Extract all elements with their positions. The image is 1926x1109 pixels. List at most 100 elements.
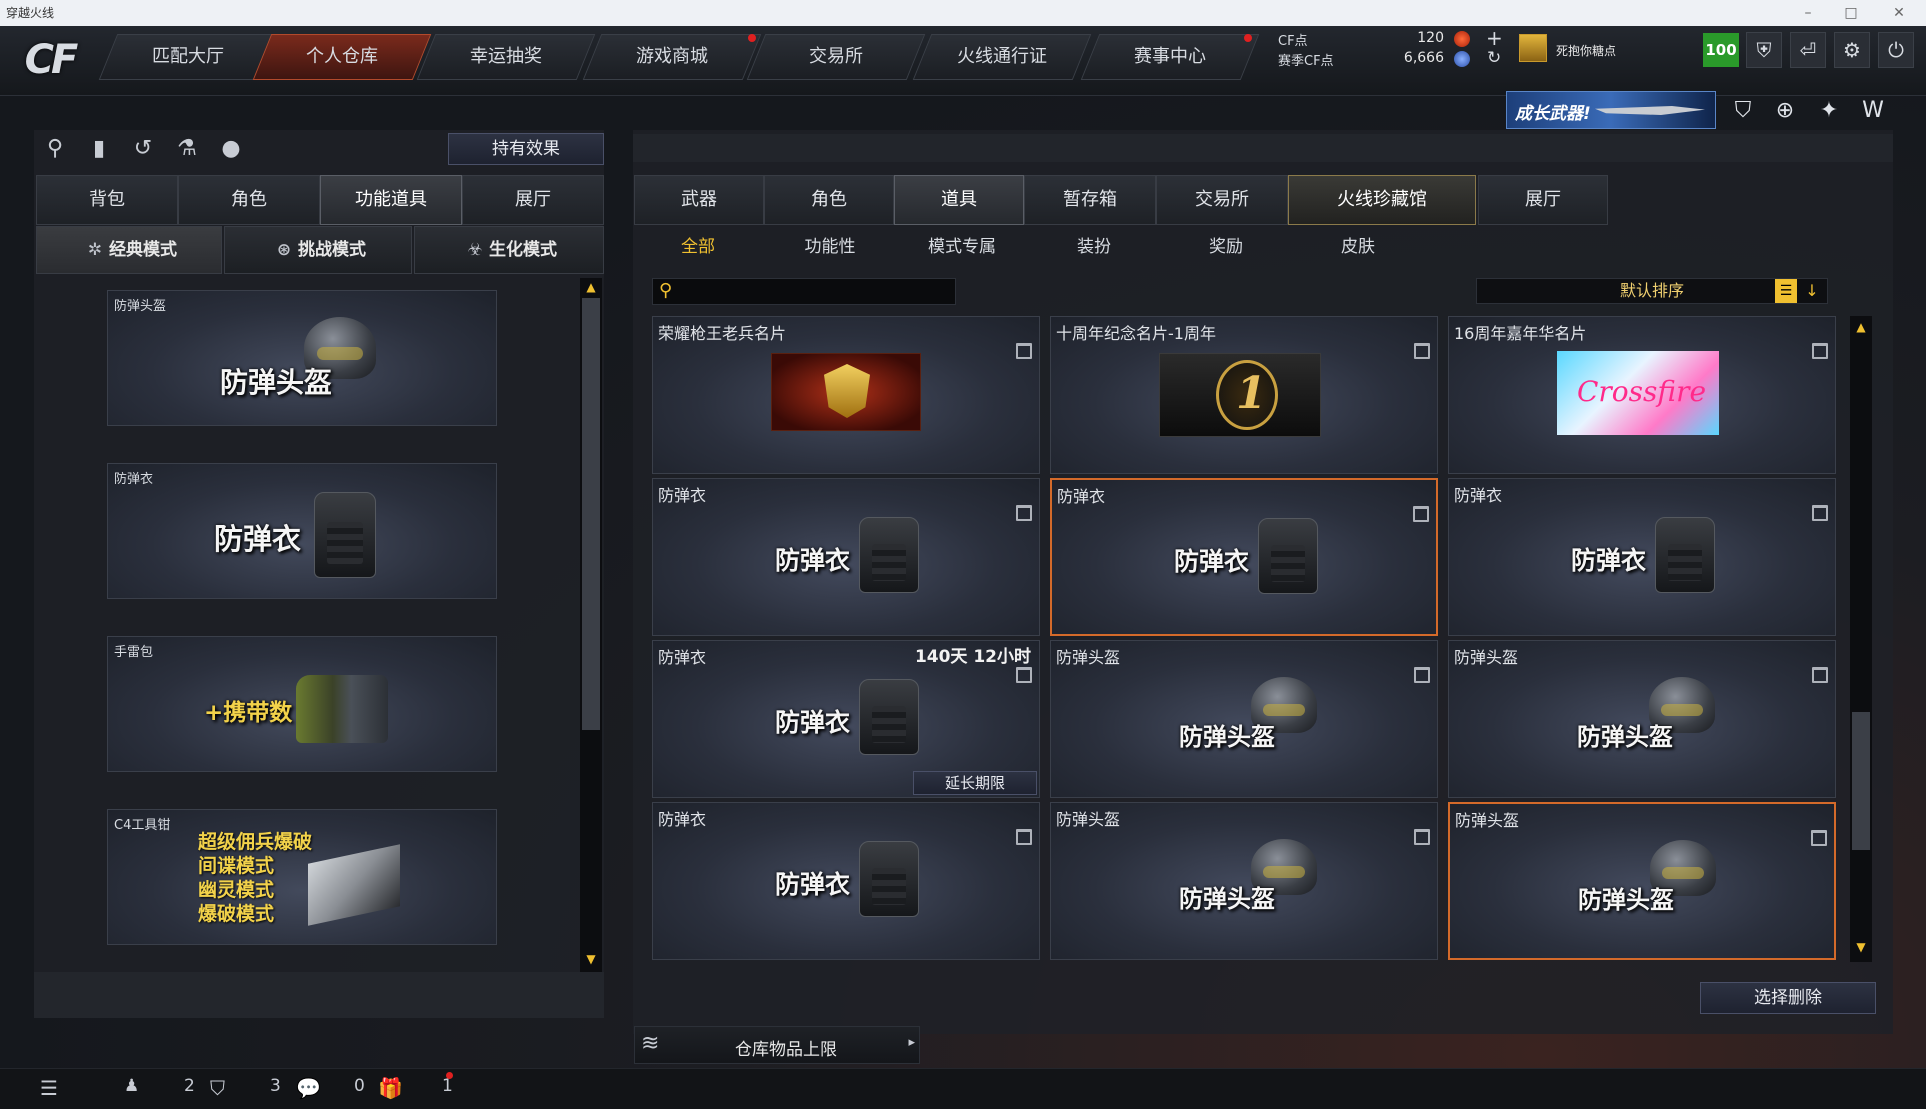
level-badge[interactable]: 100	[1703, 33, 1739, 67]
left-item-card[interactable]: 防弹头盔 防弹头盔	[107, 290, 497, 426]
tab-backpack[interactable]: 背包	[36, 175, 178, 225]
trash-icon[interactable]	[1812, 343, 1828, 359]
add-cf-icon[interactable]: +	[1486, 26, 1503, 50]
tab-characters[interactable]: 角色	[764, 175, 894, 225]
tab-items[interactable]: 道具	[894, 175, 1024, 225]
nav-tab-lobby[interactable]: 匹配大厅	[98, 34, 278, 80]
sort-direction-icon[interactable]: ↓	[1801, 279, 1823, 303]
item-card[interactable]: 十周年纪念名片-1周年 1	[1050, 316, 1438, 474]
storage-limit-bar[interactable]: ≋ 仓库物品上限 ▸	[634, 1026, 920, 1064]
shop-notification-dot	[748, 34, 756, 42]
scroll-up-icon[interactable]: ▲	[1851, 320, 1871, 334]
refresh-icon[interactable]: ↻	[1487, 48, 1501, 68]
chat-icon[interactable]: 💬	[296, 1076, 321, 1100]
right-scroll-thumb[interactable]	[1852, 712, 1870, 850]
close-icon[interactable]: ✕	[1882, 0, 1916, 26]
flask-icon[interactable]: ⚗	[170, 132, 204, 166]
item-card[interactable]: 防弹头盔 防弹头盔	[1050, 802, 1438, 960]
shield-badge-icon	[824, 364, 870, 418]
grenade-icon[interactable]: ●	[214, 132, 248, 166]
mode-classic[interactable]: ✲ 经典模式	[36, 226, 222, 274]
maximize-icon[interactable]: □	[1834, 0, 1868, 26]
gift-icon[interactable]: 🎁	[378, 1076, 403, 1100]
tab-role[interactable]: 角色	[178, 175, 320, 225]
item-card[interactable]: 16周年嘉年华名片 Crossfire	[1448, 316, 1836, 474]
subtab-all[interactable]: 全部	[632, 232, 764, 262]
trash-icon[interactable]	[1016, 829, 1032, 845]
v-shield-icon[interactable]: ⛉	[1726, 94, 1760, 128]
extend-duration-button[interactable]: 延长期限	[913, 771, 1037, 795]
trash-icon[interactable]	[1414, 829, 1430, 845]
item-card-selected[interactable]: 防弹头盔 防弹头盔	[1448, 802, 1836, 960]
item-card[interactable]: 防弹衣 防弹衣	[1448, 478, 1836, 636]
friends-icon[interactable]: ♟	[124, 1076, 139, 1096]
tab-weapons[interactable]: 武器	[634, 175, 764, 225]
wing-icon[interactable]: ✦	[1812, 94, 1846, 128]
nav-tab-lottery[interactable]: 幸运抽奖	[416, 34, 596, 80]
mode-challenge[interactable]: ⊛ 挑战模式	[224, 226, 412, 274]
trash-icon[interactable]	[1812, 505, 1828, 521]
left-scroll-thumb[interactable]	[582, 298, 600, 730]
item-card[interactable]: 防弹头盔 防弹头盔	[1448, 640, 1836, 798]
power-icon[interactable]: ⏻	[1878, 32, 1914, 68]
menu-icon[interactable]: ☰	[40, 1076, 58, 1100]
list-view-icon[interactable]: ☰	[1775, 279, 1797, 303]
trash-icon[interactable]	[1016, 505, 1032, 521]
trash-icon[interactable]	[1016, 667, 1032, 683]
nav-tab-warehouse[interactable]: 个人仓库	[252, 34, 432, 80]
mode-biochem[interactable]: ☣ 生化模式	[414, 226, 604, 274]
item-card[interactable]: 防弹衣 防弹衣	[652, 478, 1040, 636]
effects-button[interactable]: 持有效果	[448, 133, 604, 165]
target-icon[interactable]: ⊕	[1768, 94, 1802, 128]
scroll-down-icon[interactable]: ▼	[581, 952, 601, 966]
minimize-icon[interactable]: –	[1791, 0, 1825, 26]
left-item-card[interactable]: 防弹衣 防弹衣	[107, 463, 497, 599]
clan-shield-icon[interactable]: ⛉	[210, 1076, 225, 1100]
nav-tab-shop[interactable]: 游戏商城	[582, 34, 762, 80]
biohazard-icon: ☣	[467, 240, 483, 260]
scroll-up-icon[interactable]: ▲	[581, 280, 601, 294]
right-scrollbar[interactable]	[1850, 316, 1872, 962]
select-delete-button[interactable]: 选择删除	[1700, 982, 1876, 1014]
item-card-selected[interactable]: 防弹衣 防弹衣	[1050, 478, 1438, 636]
shield-icon[interactable]: ⛨	[1746, 32, 1782, 68]
scroll-down-icon[interactable]: ▼	[1851, 940, 1871, 954]
nav-tab-battlepass[interactable]: 火线通行证	[912, 34, 1092, 80]
tab-function-items[interactable]: 功能道具	[320, 175, 462, 225]
challenge-mode-icon: ⊛	[276, 240, 292, 260]
search-input[interactable]	[685, 281, 949, 301]
gear-icon[interactable]: ⚙	[1834, 32, 1870, 68]
item-card[interactable]: 防弹头盔 防弹头盔	[1050, 640, 1438, 798]
tab-storage-box[interactable]: 暂存箱	[1024, 175, 1156, 225]
sort-dropdown[interactable]: 默认排序 ☰ ↓	[1476, 278, 1828, 304]
tab-exchange[interactable]: 交易所	[1156, 175, 1288, 225]
off-toggle-icon[interactable]: ⚲	[38, 132, 72, 166]
left-item-card[interactable]: C4工具钳 超级佣兵爆破 间谍模式 幽灵模式 爆破模式	[107, 809, 497, 945]
w-logo-icon[interactable]: W	[1856, 94, 1890, 128]
subtab-functional[interactable]: 功能性	[764, 232, 896, 262]
search-box[interactable]: ⚲	[652, 278, 956, 305]
item-card[interactable]: 防弹衣 防弹衣	[652, 802, 1040, 960]
tab-showroom[interactable]: 展厅	[462, 175, 604, 225]
growth-weapon-banner[interactable]: 成长武器!	[1506, 91, 1716, 129]
tab-collection[interactable]: 火线珍藏馆	[1288, 175, 1476, 225]
subtab-skins[interactable]: 皮肤	[1292, 232, 1424, 262]
trash-icon[interactable]	[1812, 667, 1828, 683]
left-item-card[interactable]: 手雷包 +携带数	[107, 636, 497, 772]
history-icon[interactable]: ↺	[126, 132, 160, 166]
nav-tab-exchange[interactable]: 交易所	[746, 34, 926, 80]
subtab-mode-exclusive[interactable]: 模式专属	[896, 232, 1028, 262]
bar-chart-icon[interactable]: ▮	[82, 132, 116, 166]
subtab-rewards[interactable]: 奖励	[1160, 232, 1292, 262]
item-card[interactable]: 荣耀枪王老兵名片	[652, 316, 1040, 474]
trash-icon[interactable]	[1811, 830, 1827, 846]
subtab-dressup[interactable]: 装扮	[1028, 232, 1160, 262]
nav-tab-events[interactable]: 赛事中心	[1080, 34, 1260, 80]
trash-icon[interactable]	[1414, 667, 1430, 683]
trash-icon[interactable]	[1414, 343, 1430, 359]
item-card[interactable]: 防弹衣 140天 12小时 防弹衣 延长期限	[652, 640, 1040, 798]
trash-icon[interactable]	[1016, 343, 1032, 359]
trash-icon[interactable]	[1413, 506, 1429, 522]
tab-showroom-right[interactable]: 展厅	[1478, 175, 1608, 225]
exit-room-icon[interactable]: ⏎	[1790, 32, 1826, 68]
